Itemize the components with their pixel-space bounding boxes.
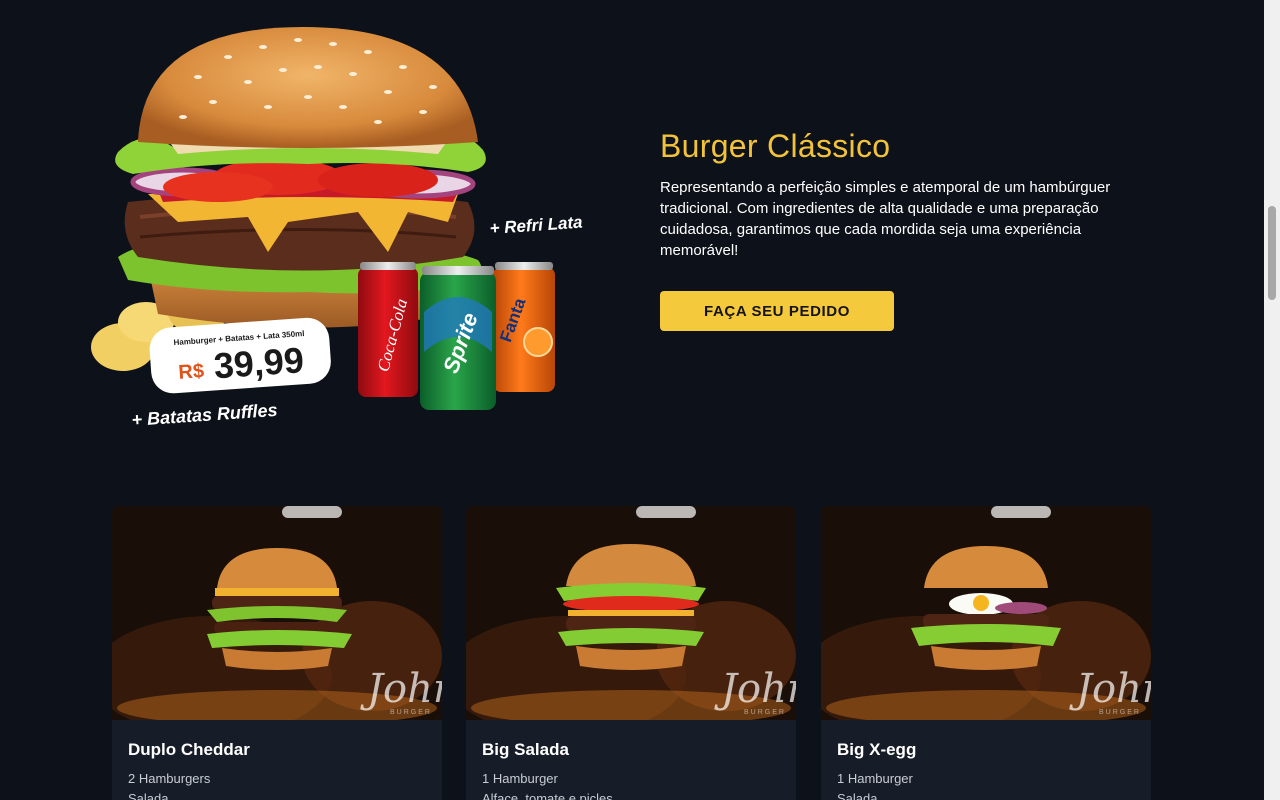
refri-label: + Refri Lata <box>489 213 583 238</box>
product-card-image: John BURGER <box>821 506 1151 720</box>
batatas-label: + Batatas Ruffles <box>131 400 278 430</box>
price-currency: R$ <box>178 360 205 384</box>
product-title: Big Salada <box>482 740 569 759</box>
product-card[interactable]: John BURGER Big Salada 1 Hamburger Alfac… <box>466 506 796 800</box>
price-value: 39,99 <box>212 339 305 386</box>
product-card[interactable]: John BURGER Duplo Cheddar 2 Hamburgers S… <box>112 506 442 800</box>
watermark-text: John <box>1069 666 1151 712</box>
watermark-sub: BURGER <box>1099 709 1141 716</box>
product-card-body: Big Salada 1 Hamburger Alface, tomate e … <box>466 720 796 800</box>
product-card-image: John BURGER <box>466 506 796 720</box>
scrollbar-thumb[interactable] <box>1268 206 1276 300</box>
page-scrollbar[interactable] <box>1264 0 1280 800</box>
watermark-text: John <box>360 666 442 712</box>
hero-description: Representando a perfeição simples e atem… <box>660 179 1111 259</box>
product-detail: 1 Hamburger <box>837 771 913 786</box>
watermark-text: John <box>714 666 796 712</box>
product-title: Big X-egg <box>837 740 917 759</box>
product-detail: Salada <box>837 791 878 800</box>
product-card-body: Big X-egg 1 Hamburger Salada <box>821 720 1151 800</box>
watermark-sub: BURGER <box>744 709 786 716</box>
product-card-image: John BURGER <box>112 506 442 720</box>
product-card[interactable]: John BURGER Big X-egg 1 Hamburger Salada <box>821 506 1151 800</box>
order-button[interactable]: FAÇA SEU PEDIDO <box>660 291 894 331</box>
hero-title: Burger Clássico <box>660 128 891 164</box>
product-detail: Alface, tomate e picles <box>482 791 613 800</box>
product-detail: 2 Hamburgers <box>128 771 211 786</box>
price-badge: Hamburger + Batatas + Lata 350ml R$ 39,9… <box>149 317 331 394</box>
product-detail: Salada <box>128 791 169 800</box>
hero-text: Burger Clássico Representando a perfeiçã… <box>660 128 1150 261</box>
product-detail: 1 Hamburger <box>482 771 558 786</box>
product-title: Duplo Cheddar <box>128 740 250 759</box>
product-card-body: Duplo Cheddar 2 Hamburgers Salada <box>112 720 442 800</box>
hero-combo-image: Coca-Cola Fanta Sprite Hamburger + Batat… <box>91 27 583 430</box>
watermark-sub: BURGER <box>390 709 432 716</box>
soda-cans: Coca-Cola Fanta Sprite <box>358 262 555 410</box>
page: Coca-Cola Fanta Sprite Hamburger + Batat… <box>0 0 1264 800</box>
